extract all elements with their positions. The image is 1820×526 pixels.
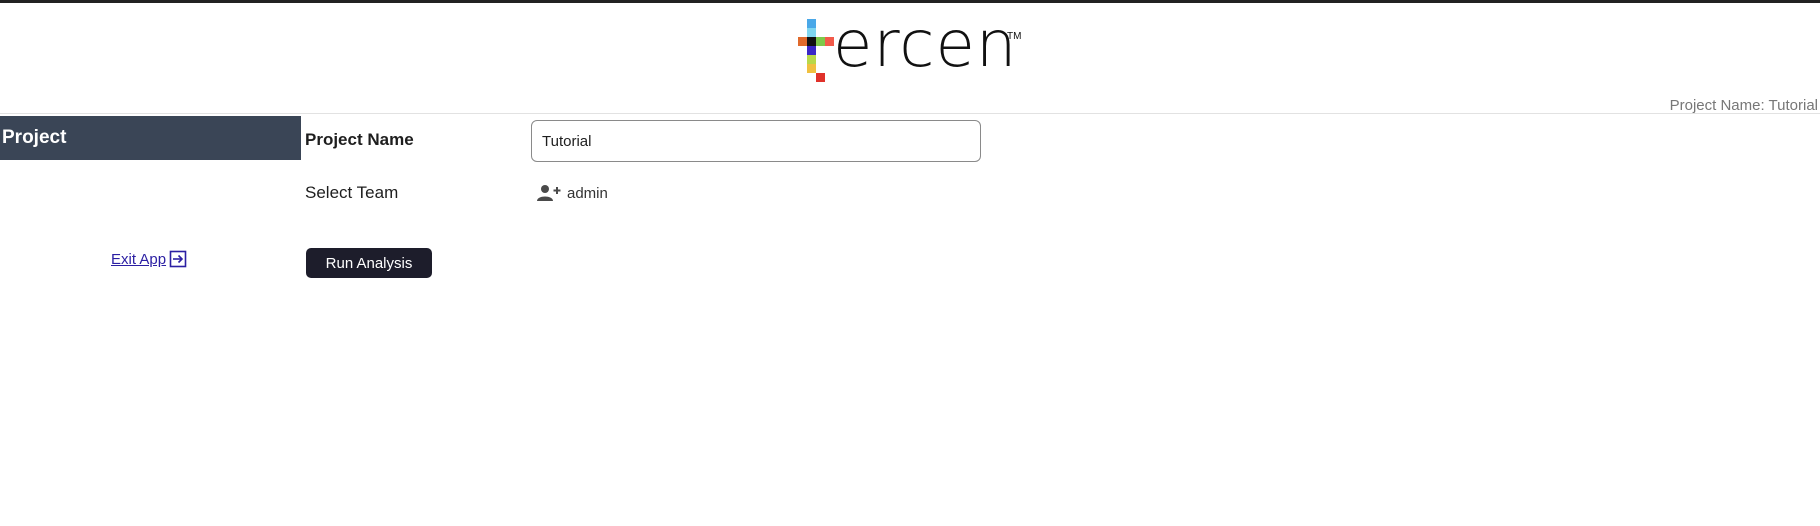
- tercen-logo: ercen TM: [797, 8, 1022, 88]
- exit-app-link[interactable]: Exit App: [111, 250, 187, 268]
- trademark-mark: TM: [1007, 31, 1022, 42]
- team-selector[interactable]: admin: [537, 184, 608, 202]
- app-header: ercen TM Project Name: Tutorial: [0, 3, 1820, 114]
- run-analysis-button[interactable]: Run Analysis: [306, 248, 432, 278]
- add-user-icon: [537, 184, 561, 202]
- exit-icon: [169, 250, 187, 268]
- sidebar-item-project[interactable]: Project: [0, 116, 301, 160]
- project-name-input[interactable]: [531, 120, 981, 162]
- select-team-label: Select Team: [305, 183, 399, 202]
- header-project-name: Project Name: Tutorial: [1669, 97, 1818, 114]
- team-name: admin: [567, 184, 608, 202]
- project-name-label: Project Name: [305, 130, 414, 149]
- exit-app-label: Exit App: [111, 250, 167, 268]
- logo-wordmark: ercen: [833, 8, 1018, 82]
